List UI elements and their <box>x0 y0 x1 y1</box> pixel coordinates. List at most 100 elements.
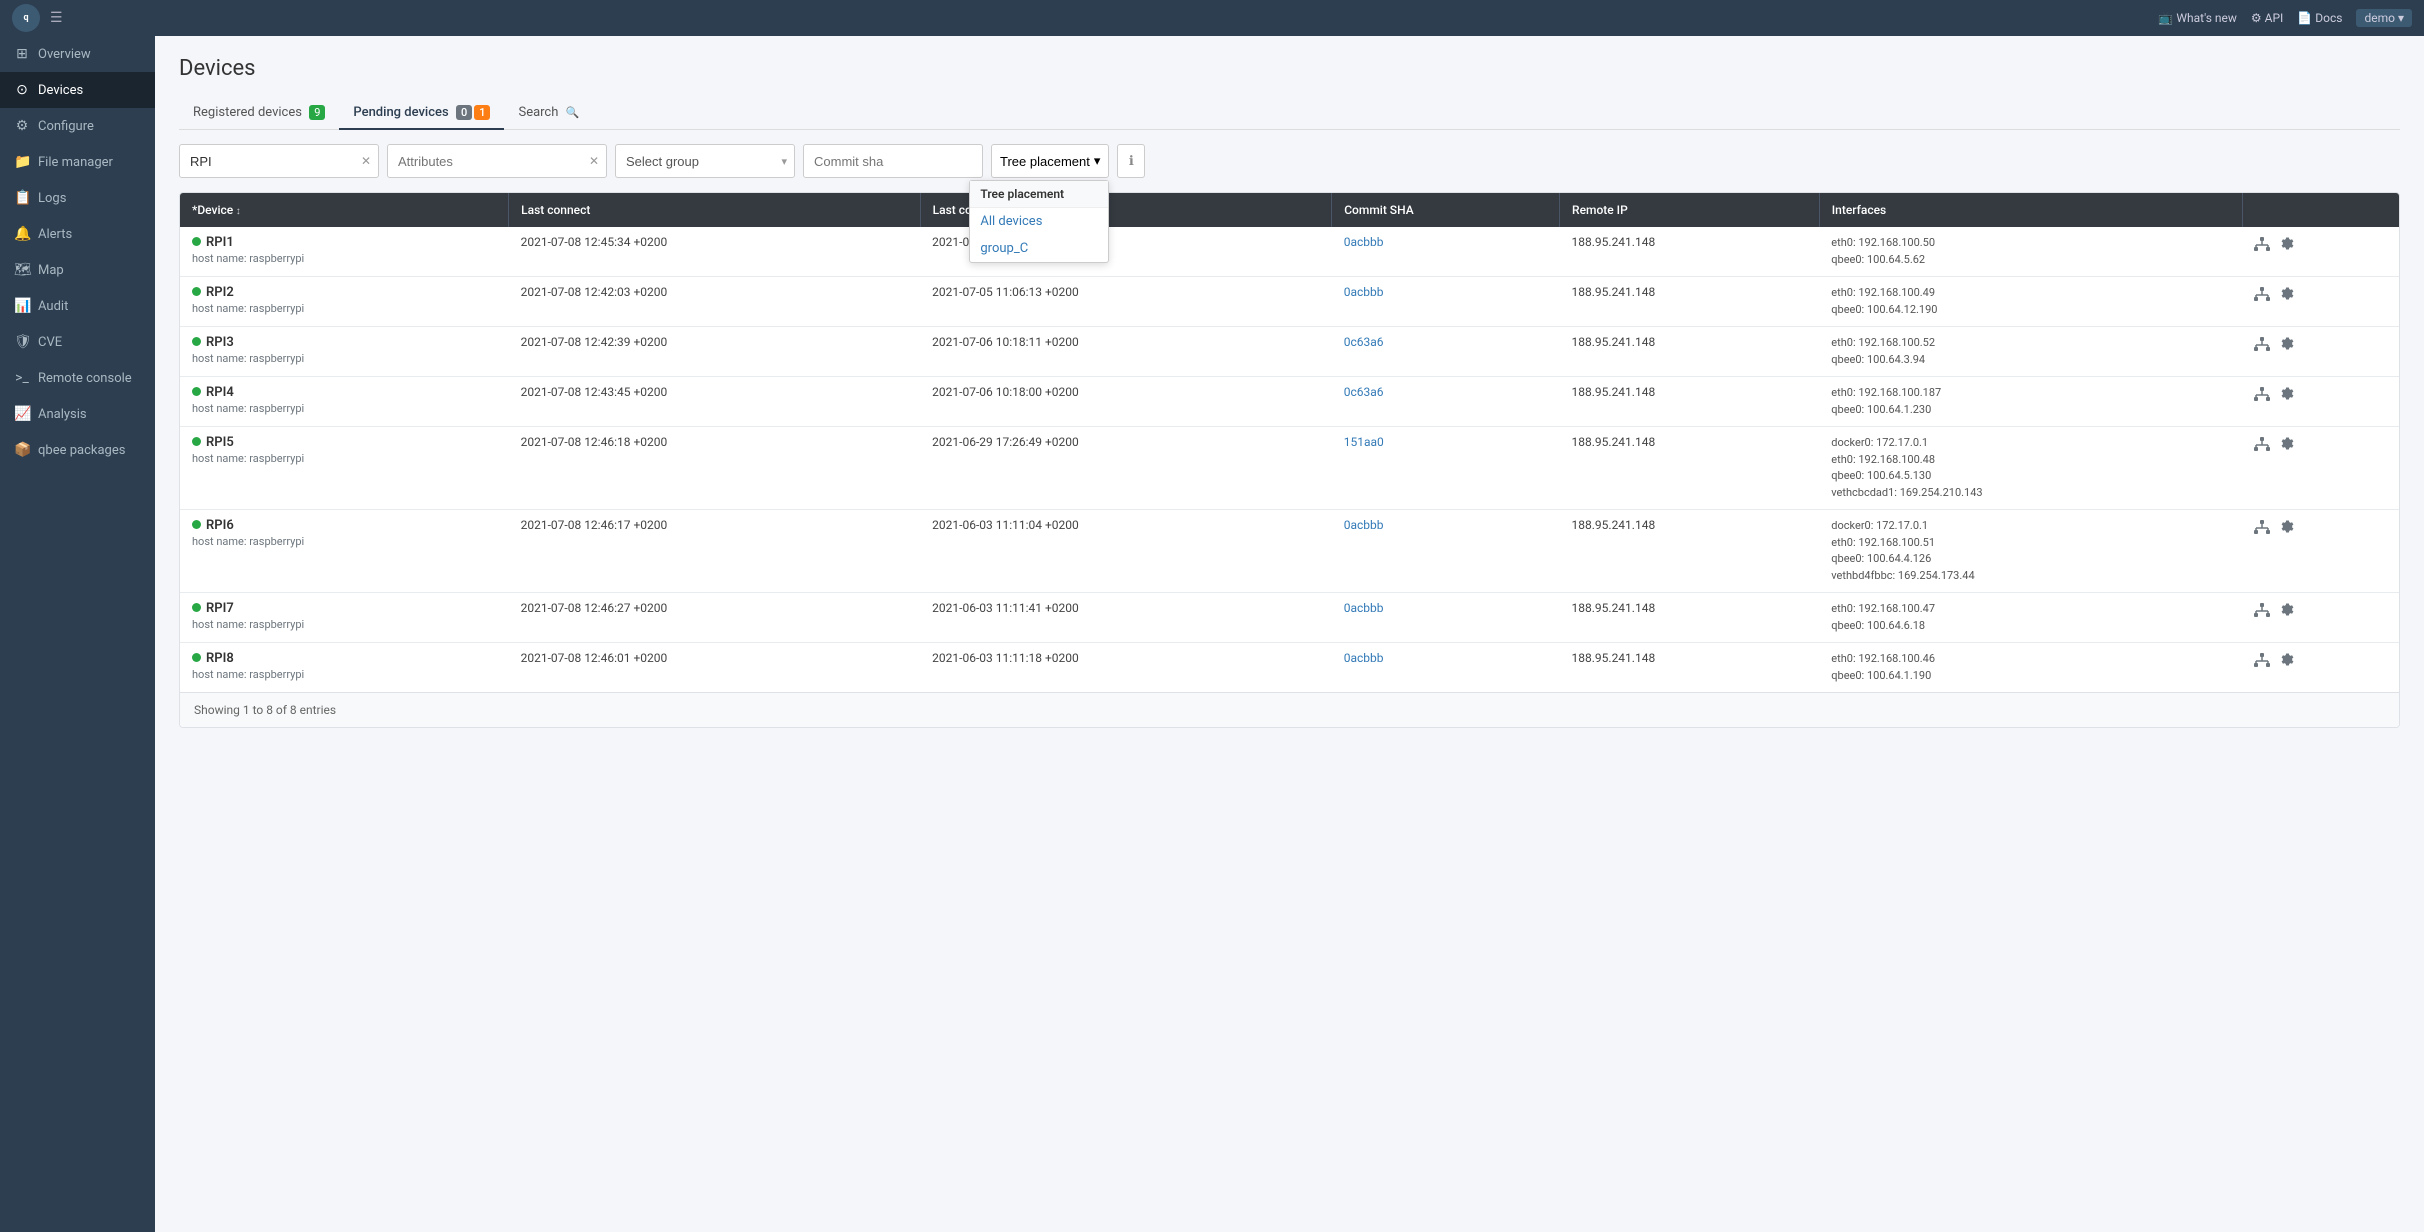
table-row: RPI3 host name: raspberrypi 2021-07-08 1… <box>180 327 2399 377</box>
file-manager-icon: 📁 <box>14 154 30 170</box>
settings-action-icon[interactable] <box>2280 520 2295 539</box>
device-hostname: host name: raspberrypi <box>192 252 497 265</box>
settings-action-icon[interactable] <box>2280 337 2295 356</box>
logo-text: q <box>23 13 28 23</box>
app-logo[interactable]: q <box>12 4 40 32</box>
col-device[interactable]: *Device <box>180 193 509 227</box>
settings-action-icon[interactable] <box>2280 287 2295 306</box>
commit-sha-cell: 0acbbb <box>1332 227 1560 277</box>
device-name: RPI8 <box>192 651 497 666</box>
last-config-update-cell: 2021-07-06 10:18:11 +0200 <box>920 327 1332 377</box>
settings-action-icon[interactable] <box>2280 653 2295 672</box>
tab-registered-devices[interactable]: Registered devices 9 <box>179 97 339 130</box>
api-label: API <box>2265 11 2284 25</box>
settings-action-icon[interactable] <box>2280 387 2295 406</box>
interfaces-list: docker0: 172.17.0.1eth0: 192.168.100.51q… <box>1831 518 2230 584</box>
devices-icon: ⊙ <box>14 82 30 98</box>
status-dot <box>192 387 201 396</box>
commit-sha-cell: 0acbbb <box>1332 593 1560 643</box>
commit-sha-link[interactable]: 0acbbb <box>1344 235 1384 249</box>
tree-placement-button[interactable]: Tree placement ▾ <box>991 144 1109 178</box>
info-button[interactable]: ℹ <box>1117 144 1145 178</box>
device-name: RPI2 <box>192 285 497 300</box>
sidebar-item-analysis[interactable]: 📈 Analysis <box>0 396 155 432</box>
device-cell: RPI4 host name: raspberrypi <box>180 377 509 427</box>
search-clear-button[interactable]: ✕ <box>361 154 371 168</box>
docs-link[interactable]: 📄 Docs <box>2297 11 2342 25</box>
attributes-input[interactable] <box>387 144 607 178</box>
last-connect-cell: 2021-07-08 12:46:01 +0200 <box>509 643 921 693</box>
tree-placement-label: Tree placement <box>1000 154 1090 169</box>
commit-sha-link[interactable]: 0acbbb <box>1344 285 1384 299</box>
tree-action-icon[interactable] <box>2254 287 2270 307</box>
commit-sha-link[interactable]: 151aa0 <box>1344 435 1384 449</box>
sidebar-item-cve[interactable]: 🛡 CVE <box>0 324 155 360</box>
tab-search[interactable]: Search 🔍 <box>504 97 593 130</box>
sidebar-item-file-manager[interactable]: 📁 File manager <box>0 144 155 180</box>
attributes-clear-button[interactable]: ✕ <box>589 154 599 168</box>
pending-count-0-badge: 0 <box>456 105 472 120</box>
device-search-input[interactable] <box>179 144 379 178</box>
actions-cell <box>2242 643 2399 693</box>
hamburger-icon[interactable]: ☰ <box>50 10 63 26</box>
tab-bar: Registered devices 9 Pending devices 0 1… <box>179 97 2400 130</box>
sidebar-item-audit[interactable]: 📊 Audit <box>0 288 155 324</box>
sidebar-item-devices[interactable]: ⊙ Devices <box>0 72 155 108</box>
commit-sha-link[interactable]: 0acbbb <box>1344 601 1384 615</box>
sidebar-item-label: CVE <box>38 335 62 350</box>
action-icons <box>2254 601 2387 623</box>
last-config-update-cell: 2021-06-03 11:11:18 +0200 <box>920 643 1332 693</box>
analysis-icon: 📈 <box>14 406 30 422</box>
interfaces-list: eth0: 192.168.100.49qbee0: 100.64.12.190 <box>1831 285 2230 318</box>
api-link[interactable]: ⚙ API <box>2251 11 2283 25</box>
action-icons <box>2254 285 2387 307</box>
whats-new-link[interactable]: 📺 What's new <box>2158 11 2236 25</box>
table-body: RPI1 host name: raspberrypi 2021-07-08 1… <box>180 227 2399 692</box>
settings-action-icon[interactable] <box>2280 237 2295 256</box>
sidebar-item-qbee-packages[interactable]: 📦 qbee packages <box>0 432 155 468</box>
tree-action-icon[interactable] <box>2254 437 2270 457</box>
tree-action-icon[interactable] <box>2254 387 2270 407</box>
remote-ip-cell: 188.95.241.148 <box>1560 377 1820 427</box>
sidebar-item-alerts[interactable]: 🔔 Alerts <box>0 216 155 252</box>
settings-action-icon[interactable] <box>2280 437 2295 456</box>
tree-placement-group-c[interactable]: group_C <box>970 235 1108 262</box>
commit-sha-link[interactable]: 0acbbb <box>1344 518 1384 532</box>
group-select-wrap: Select group group_C <box>615 144 795 178</box>
sidebar-item-remote-console[interactable]: >_ Remote console <box>0 360 155 396</box>
last-config-update-cell: 2021-06-29 17:26:49 +0200 <box>920 427 1332 510</box>
settings-action-icon[interactable] <box>2280 603 2295 622</box>
tree-action-icon[interactable] <box>2254 603 2270 623</box>
tab-registered-label: Registered devices <box>193 105 302 120</box>
last-connect-cell: 2021-07-08 12:45:34 +0200 <box>509 227 921 277</box>
user-menu[interactable]: demo ▾ <box>2356 9 2412 27</box>
sidebar-item-configure[interactable]: ⚙ Configure <box>0 108 155 144</box>
commit-sha-link[interactable]: 0c63a6 <box>1344 385 1384 399</box>
sidebar-item-map[interactable]: 🗺 Map <box>0 252 155 288</box>
configure-icon: ⚙ <box>14 118 30 134</box>
search-input-wrap: ✕ <box>179 144 379 178</box>
commit-sha-link[interactable]: 0acbbb <box>1344 651 1384 665</box>
remote-ip-cell: 188.95.241.148 <box>1560 327 1820 377</box>
status-dot <box>192 520 201 529</box>
commit-sha-cell: 0c63a6 <box>1332 377 1560 427</box>
topbar-right: 📺 What's new ⚙ API 📄 Docs demo ▾ <box>2158 9 2412 27</box>
audit-icon: 📊 <box>14 298 30 314</box>
tree-action-icon[interactable] <box>2254 653 2270 673</box>
actions-cell <box>2242 427 2399 510</box>
tree-action-icon[interactable] <box>2254 337 2270 357</box>
table-row: RPI4 host name: raspberrypi 2021-07-08 1… <box>180 377 2399 427</box>
tab-pending-devices[interactable]: Pending devices 0 1 <box>339 97 504 130</box>
sidebar-item-label: Configure <box>38 119 94 134</box>
tree-action-icon[interactable] <box>2254 520 2270 540</box>
tree-action-icon[interactable] <box>2254 237 2270 257</box>
sidebar-item-overview[interactable]: ⊞ Overview <box>0 36 155 72</box>
commit-sha-input[interactable] <box>803 144 983 178</box>
tree-placement-all-devices[interactable]: All devices <box>970 208 1108 235</box>
actions-cell <box>2242 510 2399 593</box>
sidebar-item-logs[interactable]: 📋 Logs <box>0 180 155 216</box>
commit-sha-link[interactable]: 0c63a6 <box>1344 335 1384 349</box>
group-select[interactable]: Select group group_C <box>615 144 795 178</box>
device-cell: RPI3 host name: raspberrypi <box>180 327 509 377</box>
commit-sha-cell: 0acbbb <box>1332 510 1560 593</box>
